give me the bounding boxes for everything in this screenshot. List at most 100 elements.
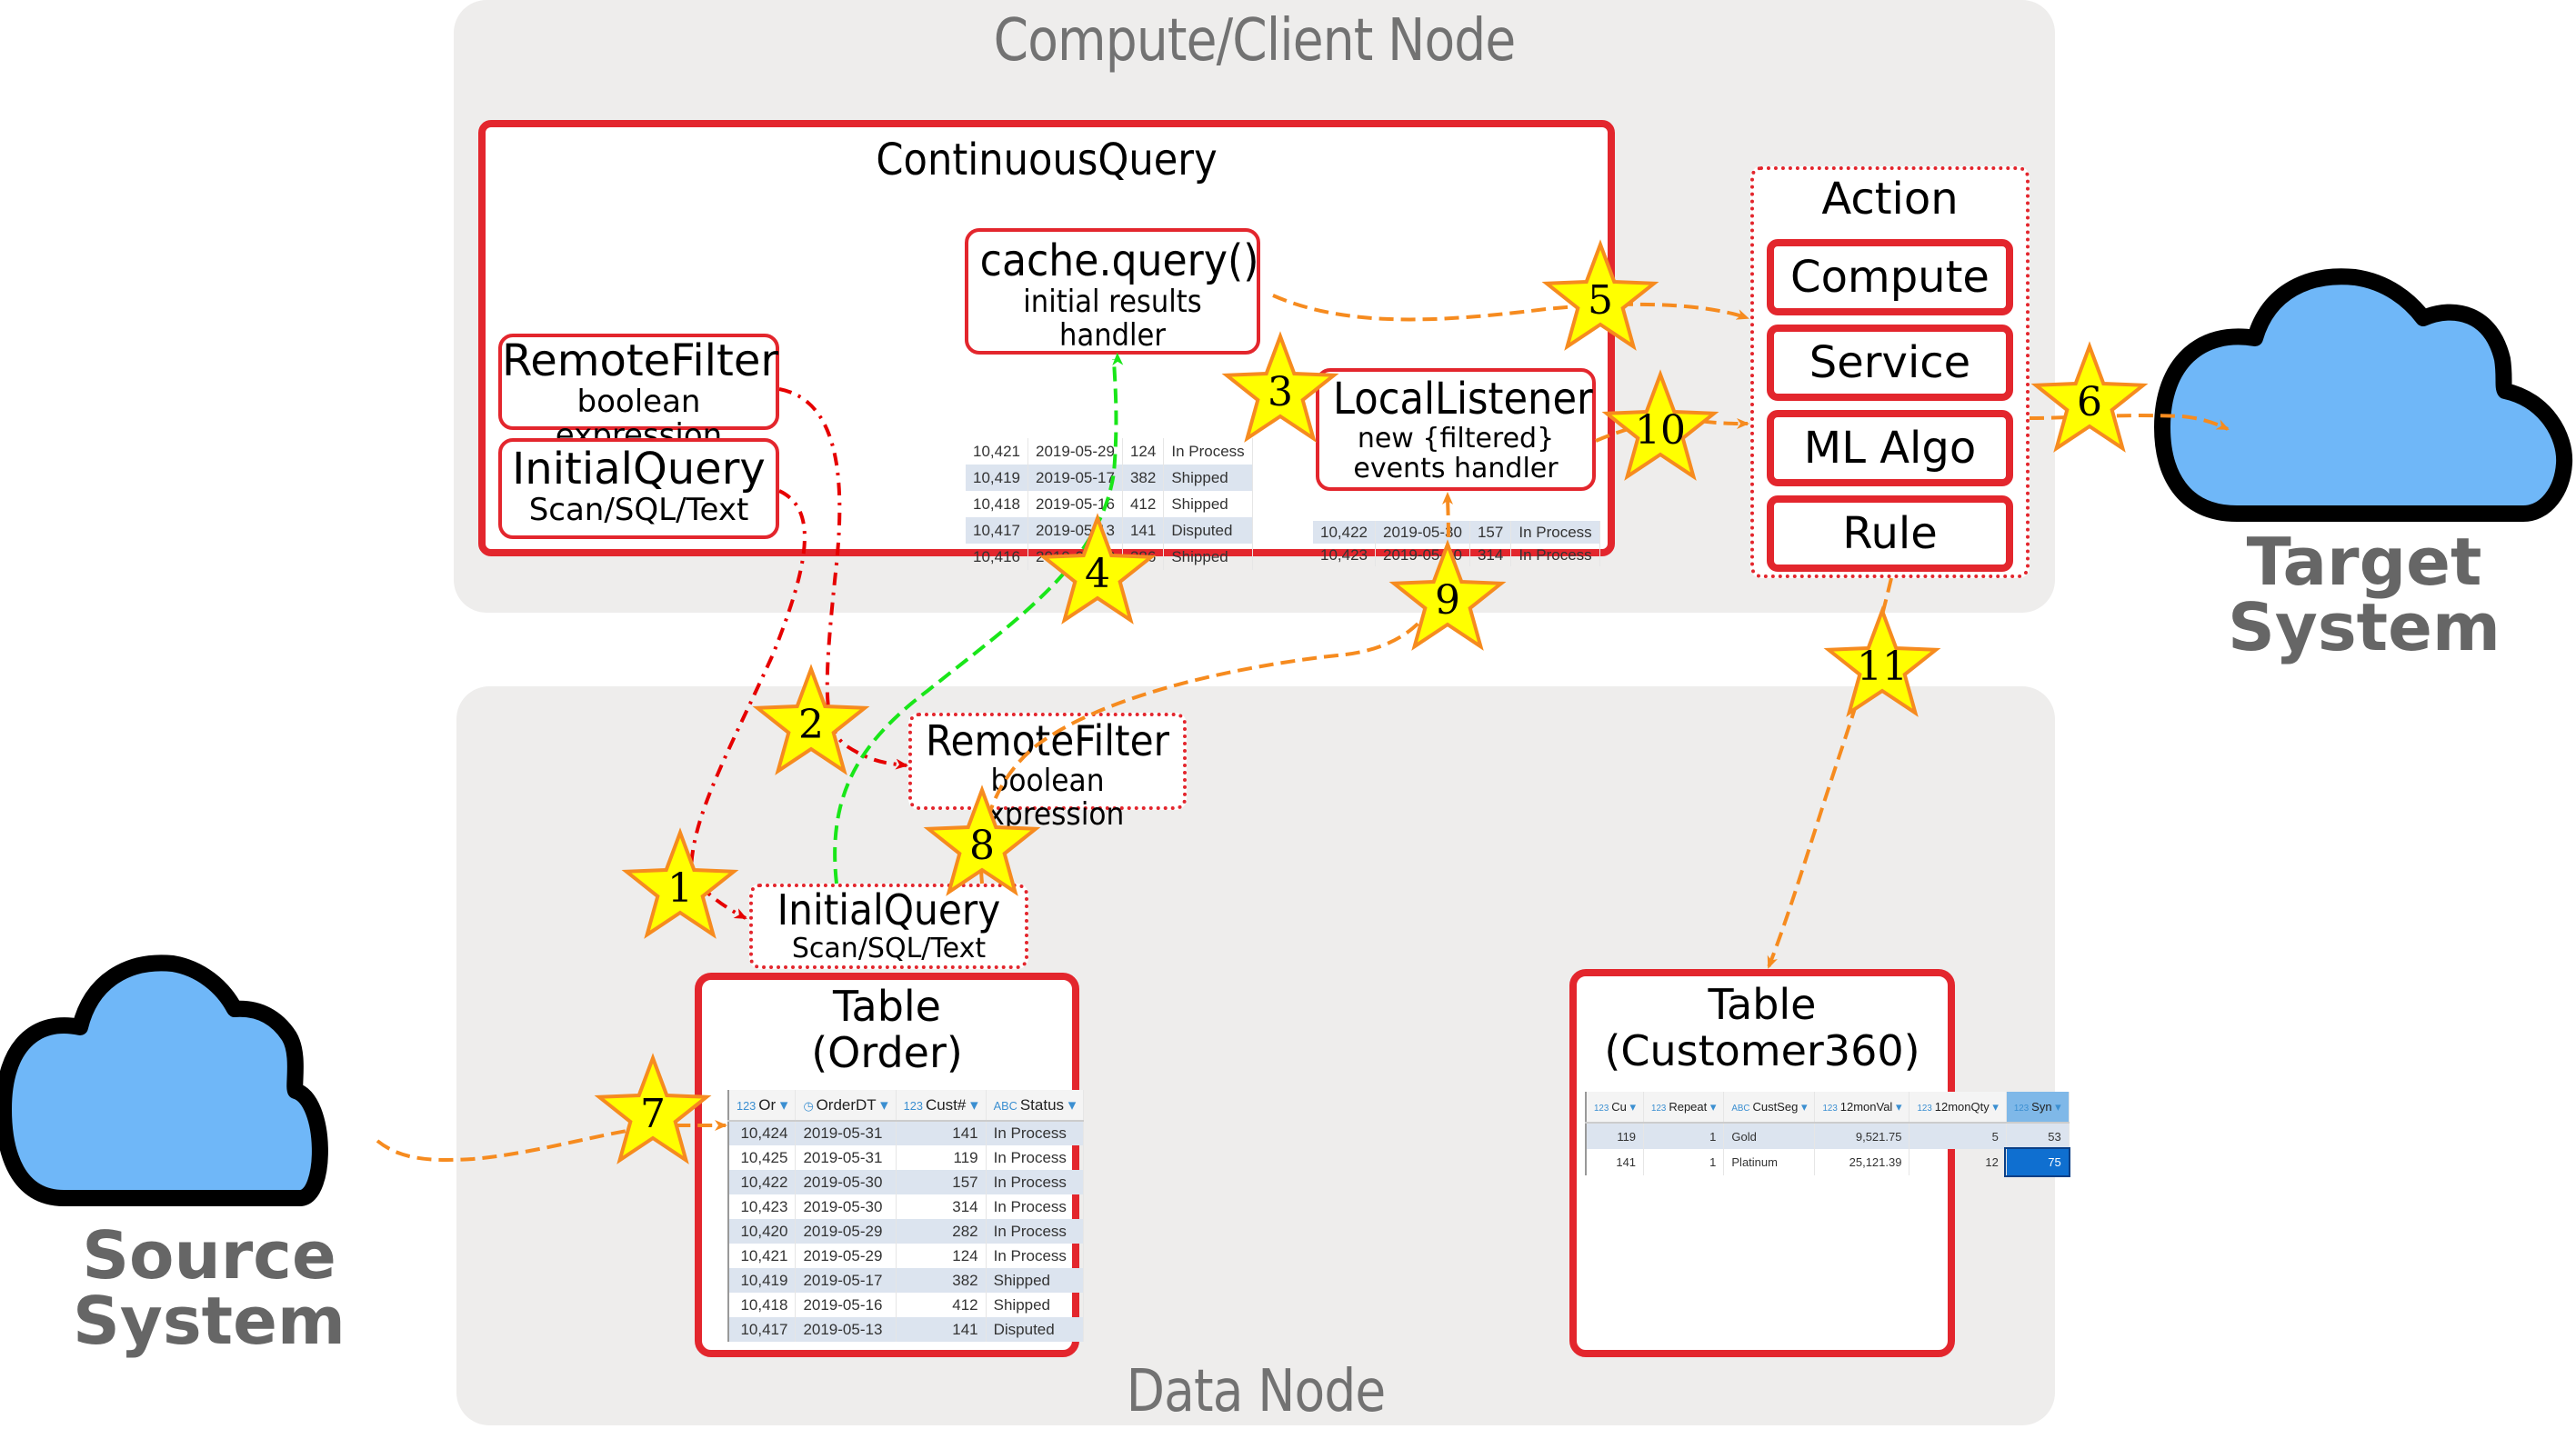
table-cell[interactable]: 2019-05-16	[1027, 491, 1123, 517]
filter-icon[interactable]: ▾	[776, 1096, 788, 1114]
table-cell[interactable]: 12	[1909, 1149, 2007, 1175]
table-row[interactable]: 10,416 2019-05-1? 386 Shipped	[966, 544, 1253, 570]
table-cell[interactable]: 2019-05-1?	[1027, 544, 1123, 570]
filter-icon[interactable]: ▾	[966, 1096, 978, 1114]
table-cell[interactable]: 314	[1469, 544, 1512, 566]
table-cell[interactable]: 314	[896, 1194, 987, 1219]
table-cell[interactable]: 119	[896, 1145, 987, 1170]
table-cell[interactable]: 10,420	[728, 1219, 797, 1244]
table-cell[interactable]: In Process	[1510, 544, 1600, 566]
table-cell[interactable]: In Process	[986, 1170, 1085, 1194]
table-cell[interactable]: 2019-05-29	[795, 1244, 897, 1268]
table-cell[interactable]: In Process	[1163, 438, 1253, 465]
table-cell[interactable]: Shipped	[986, 1293, 1085, 1317]
table-cell[interactable]: 141	[896, 1317, 987, 1342]
action-rule[interactable]: Rule	[1767, 495, 2013, 572]
table-row[interactable]: 10,419 2019-05-17 382 Shipped	[728, 1268, 1085, 1293]
table-cell[interactable]: 2019-05-30	[1375, 544, 1470, 566]
table-cell[interactable]: Disputed	[1163, 517, 1253, 544]
table-cell[interactable]: In Process	[986, 1194, 1085, 1219]
column-header[interactable]: 123 Cust# ▾	[896, 1090, 987, 1122]
table-cell[interactable]: 2019-05-13	[1027, 517, 1123, 544]
filter-icon[interactable]: ▾	[1990, 1100, 1999, 1114]
filter-icon[interactable]: ▾	[1064, 1096, 1077, 1114]
table-cell[interactable]: 53	[2006, 1123, 2070, 1149]
table-cell[interactable]: 75	[2004, 1147, 2071, 1177]
table-row[interactable]: 10,421 2019-05-29 124 In Process	[966, 438, 1253, 465]
table-cell[interactable]: 10,422	[728, 1170, 797, 1194]
table-row[interactable]: 10,417 2019-05-13 141 Disputed	[966, 517, 1253, 544]
table-cell[interactable]: 2019-05-16	[795, 1293, 897, 1317]
filter-icon[interactable]: ▾	[1627, 1100, 1637, 1114]
table-cell[interactable]: 2019-05-17	[795, 1268, 897, 1293]
table-row[interactable]: 10,419 2019-05-17 382 Shipped	[966, 465, 1253, 491]
table-cell[interactable]: Shipped	[1163, 491, 1253, 517]
action-compute[interactable]: Compute	[1767, 239, 2013, 315]
table-cell[interactable]: In Process	[986, 1244, 1085, 1268]
column-header[interactable]: ABC CustSeg ▾	[1723, 1092, 1816, 1124]
column-header[interactable]: 123 Cu ▾	[1586, 1092, 1645, 1124]
filter-icon[interactable]: ▾	[1892, 1100, 1902, 1114]
table-cell[interactable]: 2019-05-29	[1027, 438, 1123, 465]
table-cell[interactable]: 10,419	[966, 465, 1028, 491]
table-cell[interactable]: Shipped	[986, 1268, 1085, 1293]
table-cell[interactable]: 412	[896, 1293, 987, 1317]
table-row[interactable]: 10,420 2019-05-29 282 In Process	[728, 1219, 1085, 1244]
table-cell[interactable]: 119	[1586, 1123, 1645, 1149]
table-cell[interactable]: 157	[1469, 521, 1512, 544]
table-cell[interactable]: 10,425	[728, 1145, 797, 1170]
table-row[interactable]: 10,423 2019-05-30 314 In Process	[728, 1194, 1085, 1219]
filter-icon[interactable]: ▾	[876, 1096, 888, 1114]
table-row[interactable]: 10,424 2019-05-31 141 In Process	[728, 1121, 1085, 1145]
table-row[interactable]: 141 1 Platinum 25,121.39 12 75	[1586, 1147, 2071, 1177]
table-cell[interactable]: 25,121.39	[1814, 1149, 1910, 1175]
table-row[interactable]: 10,422 2019-05-30 157 In Process	[1313, 521, 1600, 544]
action-ml-algo[interactable]: ML Algo	[1767, 410, 2013, 486]
table-cell[interactable]: 282	[896, 1219, 987, 1244]
filter-icon[interactable]: ▾	[2052, 1100, 2061, 1114]
table-row[interactable]: 10,425 2019-05-31 119 In Process	[728, 1145, 1085, 1170]
table-cell[interactable]: 141	[1586, 1149, 1645, 1175]
table-cell[interactable]: 124	[1122, 438, 1165, 465]
column-header[interactable]: ◷ OrderDT ▾	[795, 1090, 897, 1122]
table-cell[interactable]: 157	[896, 1170, 987, 1194]
table-cell[interactable]: 10,419	[728, 1268, 797, 1293]
table-cell[interactable]: 10,417	[728, 1317, 797, 1342]
table-cell[interactable]: 10,421	[966, 438, 1028, 465]
table-cell[interactable]: 2019-05-17	[1027, 465, 1123, 491]
customer360-table[interactable]: 123 Cu ▾ 123 Repeat ▾ ABC CustSeg ▾ 123 12monVa…	[1585, 1092, 2071, 1177]
order-table[interactable]: 123 Or ▾ ◷ OrderDT ▾ 123 Cust# ▾ ABC Status ▾ 1…	[727, 1090, 1085, 1342]
table-cell[interactable]: 1	[1643, 1123, 1725, 1149]
table-cell[interactable]: 2019-05-31	[795, 1145, 897, 1170]
table-cell[interactable]: 10,421	[728, 1244, 797, 1268]
table-cell[interactable]: Shipped	[1163, 544, 1253, 570]
filter-icon[interactable]: ▾	[1798, 1100, 1808, 1114]
table-cell[interactable]: 141	[1122, 517, 1165, 544]
table-cell[interactable]: 10,424	[728, 1121, 797, 1145]
table-cell[interactable]: 9,521.75	[1814, 1123, 1910, 1149]
table-cell[interactable]: In Process	[1510, 521, 1600, 544]
table-cell[interactable]: 5	[1909, 1123, 2007, 1149]
table-row[interactable]: 10,422 2019-05-30 157 In Process	[728, 1170, 1085, 1194]
table-cell[interactable]: 10,423	[1313, 544, 1376, 566]
column-header[interactable]: ABC Status ▾	[986, 1090, 1085, 1122]
table-cell[interactable]: Gold	[1723, 1123, 1816, 1149]
table-cell[interactable]: 2019-05-30	[1375, 521, 1470, 544]
table-cell[interactable]: 1	[1643, 1149, 1725, 1175]
column-header[interactable]: 123 12monQty ▾	[1909, 1092, 2007, 1124]
table-row[interactable]: 119 1 Gold 9,521.75 5 53	[1586, 1123, 2070, 1149]
table-cell[interactable]: In Process	[986, 1219, 1085, 1244]
table-cell[interactable]: Platinum	[1723, 1149, 1816, 1175]
table-cell[interactable]: 412	[1122, 491, 1165, 517]
table-cell[interactable]: 10,423	[728, 1194, 797, 1219]
table-cell[interactable]: Shipped	[1163, 465, 1253, 491]
table-cell[interactable]: 2019-05-13	[795, 1317, 897, 1342]
table-cell[interactable]: 382	[896, 1268, 987, 1293]
table-cell[interactable]: 2019-05-31	[795, 1121, 897, 1145]
table-cell[interactable]: 386	[1122, 544, 1165, 570]
table-row[interactable]: 10,423 2019-05-30 314 In Process	[1313, 544, 1600, 566]
column-header[interactable]: 123 Syn ▾	[2006, 1092, 2070, 1124]
filter-icon[interactable]: ▾	[1707, 1100, 1717, 1114]
column-header[interactable]: 123 Repeat ▾	[1643, 1092, 1725, 1124]
table-cell[interactable]: In Process	[986, 1121, 1085, 1145]
